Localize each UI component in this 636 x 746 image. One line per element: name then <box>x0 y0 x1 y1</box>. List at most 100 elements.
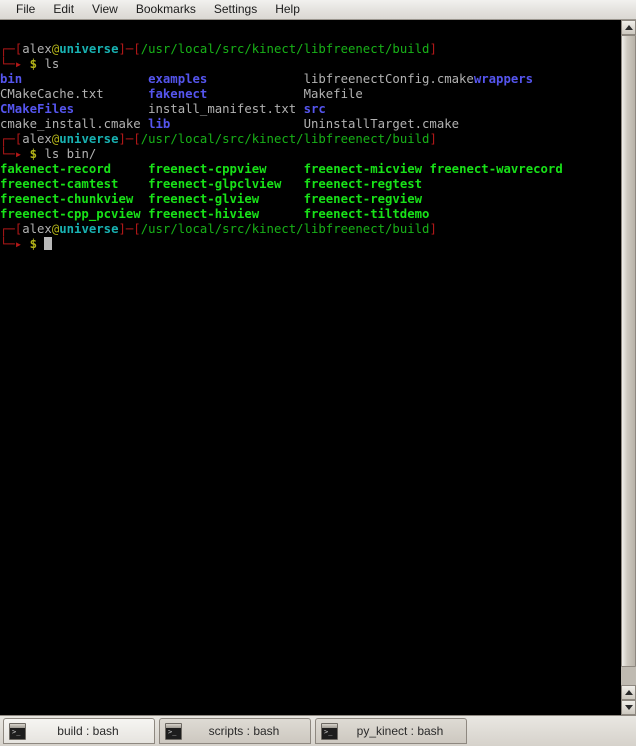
executable-entry: freenect-hiview <box>148 207 260 221</box>
tab-label: py_kinect : bash <box>356 724 444 738</box>
prompt-arrow: └─▸ <box>0 237 30 251</box>
prompt-bracket: ┌─[ <box>0 42 23 56</box>
prompt-symbol: $ <box>29 237 45 251</box>
prompt-bracket: ]─[ <box>118 222 141 236</box>
directory-entry: lib <box>148 117 171 131</box>
output-line: CMakeFiles install_manifest.txt src <box>0 102 620 117</box>
output-line: fakenect-record freenect-cppview freenec… <box>0 162 620 177</box>
command-text: ls bin/ <box>44 147 97 161</box>
terminal-body: ┌─[alex@universe]─[/usr/local/src/kinect… <box>0 20 636 715</box>
prompt-symbol: $ <box>29 147 45 161</box>
executable-entry: freenect-regview <box>303 192 423 206</box>
scrollbar-track[interactable] <box>621 35 636 685</box>
tab-label: build : bash <box>57 724 119 738</box>
scrollbar-thumb[interactable] <box>621 35 636 667</box>
prompt-path: /usr/local/src/kinect/libfreenect/build <box>140 222 430 236</box>
executable-entry: freenect-glpclview <box>148 177 282 191</box>
prompt-arrow: └─▸ <box>0 57 30 71</box>
directory-entry: src <box>303 102 326 116</box>
menu-item-view[interactable]: View <box>83 1 127 18</box>
output-line: freenect-camtest freenect-glpclview free… <box>0 177 620 192</box>
prompt-bracket: ] <box>429 132 437 146</box>
prompt-bracket: ]─[ <box>118 132 141 146</box>
executable-entry: freenect-micview <box>303 162 423 176</box>
terminal-screen[interactable]: ┌─[alex@universe]─[/usr/local/src/kinect… <box>0 20 620 715</box>
terminal-icon <box>165 722 182 740</box>
output-line: cmake_install.cmake lib UninstallTarget.… <box>0 117 620 132</box>
output-line: bin examples libfreenectConfig.cmakewrap… <box>0 72 620 87</box>
prompt-symbol: $ <box>29 57 45 71</box>
prompt-hostname: universe <box>59 222 119 236</box>
directory-entry: bin <box>0 72 23 86</box>
tab-py_kinect[interactable]: py_kinect : bash <box>315 718 467 744</box>
executable-entry: freenect-wavrecord <box>429 162 563 176</box>
menu-item-help[interactable]: Help <box>266 1 309 18</box>
tab-scripts[interactable]: scripts : bash <box>159 718 311 744</box>
file-entry: install_manifest.txt <box>148 102 297 116</box>
menu-item-edit[interactable]: Edit <box>44 1 83 18</box>
scroll-up-button-secondary[interactable] <box>621 685 636 700</box>
prompt-path: /usr/local/src/kinect/libfreenect/build <box>140 42 430 56</box>
vertical-scrollbar[interactable] <box>620 20 636 715</box>
executable-entry: freenect-regtest <box>303 177 423 191</box>
prompt-hostname: universe <box>59 132 119 146</box>
tab-bar: build : bash scripts : bash py_kinect : ba… <box>0 715 636 746</box>
prompt-hostname: universe <box>59 42 119 56</box>
executable-entry: freenect-tiltdemo <box>303 207 430 221</box>
chevron-up-icon <box>624 690 633 695</box>
tab-label: scripts : bash <box>208 724 280 738</box>
prompt-username: alex <box>22 132 52 146</box>
prompt-bracket: ┌─[ <box>0 222 23 236</box>
executable-entry: freenect-glview <box>148 192 260 206</box>
menu-bar: File Edit View Bookmarks Settings Help <box>0 0 636 20</box>
terminal-window: File Edit View Bookmarks Settings Help ┌─[ale… <box>0 0 636 746</box>
directory-entry: CMakeFiles <box>0 102 75 116</box>
directory-entry: fakenect <box>148 87 208 101</box>
prompt-line-top: ┌─[alex@universe]─[/usr/local/src/kinect… <box>0 222 620 237</box>
menu-item-bookmarks[interactable]: Bookmarks <box>127 1 205 18</box>
executable-entry: freenect-cpp_pcview <box>0 207 141 221</box>
command-text: ls <box>44 57 60 71</box>
file-entry: UninstallTarget.cmake <box>303 117 460 131</box>
prompt-arrow: └─▸ <box>0 147 30 161</box>
output-line: freenect-chunkview freenect-glview freen… <box>0 192 620 207</box>
output-line: CMakeCache.txt fakenect Makefile <box>0 87 620 102</box>
terminal-icon <box>321 722 338 740</box>
directory-entry: wrappers <box>473 72 534 86</box>
prompt-line-top: ┌─[alex@universe]─[/usr/local/src/kinect… <box>0 42 620 57</box>
prompt-line-top: ┌─[alex@universe]─[/usr/local/src/kinect… <box>0 132 620 147</box>
directory-entry: examples <box>148 72 208 86</box>
prompt-line-input: └─▸ $ ls <box>0 57 620 72</box>
prompt-bracket: ] <box>429 42 437 56</box>
executable-entry: freenect-camtest <box>0 177 119 191</box>
scroll-up-button[interactable] <box>621 20 636 35</box>
menu-item-settings[interactable]: Settings <box>205 1 266 18</box>
chevron-down-icon <box>624 705 633 710</box>
terminal-icon <box>9 722 26 740</box>
tab-build[interactable]: build : bash <box>3 718 155 744</box>
prompt-line-input: └─▸ $ <box>0 237 620 252</box>
prompt-bracket: ]─[ <box>118 42 141 56</box>
executable-entry: freenect-chunkview <box>0 192 134 206</box>
prompt-path: /usr/local/src/kinect/libfreenect/build <box>140 132 430 146</box>
prompt-username: alex <box>22 42 52 56</box>
scroll-down-button[interactable] <box>621 700 636 715</box>
executable-entry: freenect-cppview <box>148 162 267 176</box>
menu-item-file[interactable]: File <box>7 1 44 18</box>
output-line: freenect-cpp_pcview freenect-hiview free… <box>0 207 620 222</box>
